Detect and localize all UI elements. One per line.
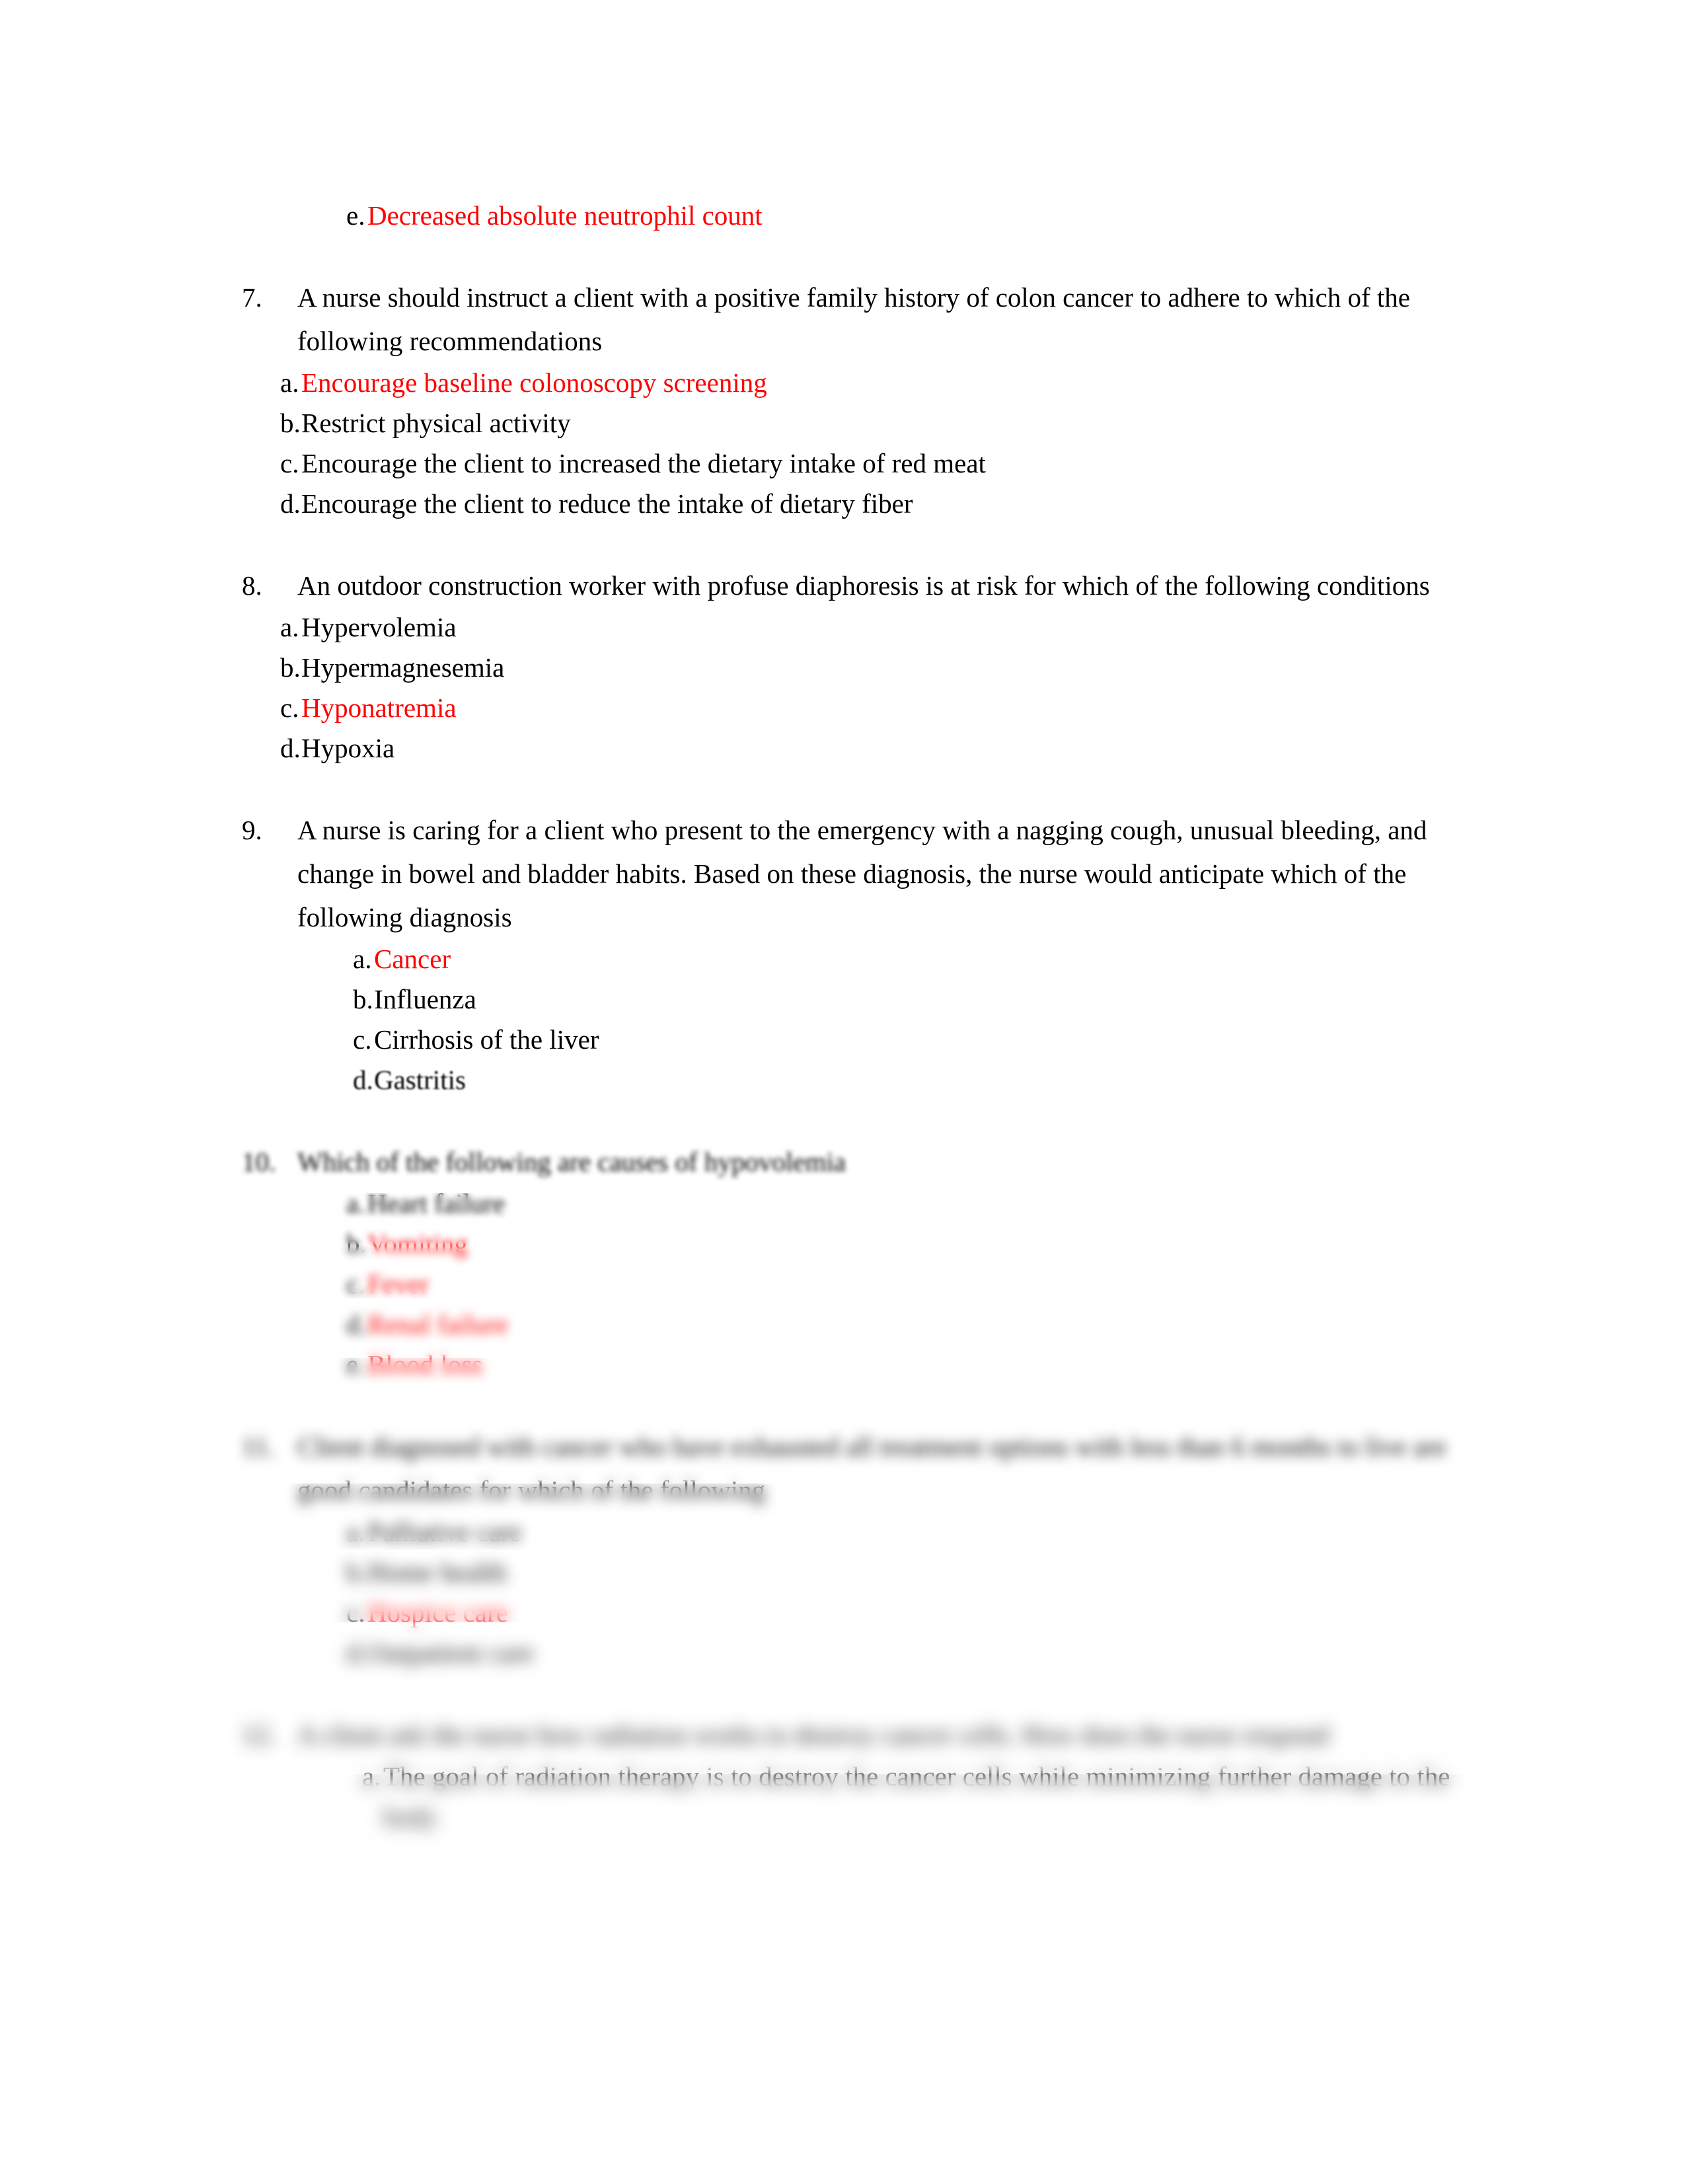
option-letter: a. — [346, 1517, 365, 1547]
list-item: c. Fever — [233, 1264, 1501, 1304]
question-number: 7. — [242, 282, 262, 313]
carryover-option-block: e. Decreased absolute neutrophil count — [233, 196, 1501, 236]
list-item: b. Vomiting — [233, 1224, 1501, 1264]
question-block-12: 12. A client ask the nurse how radiation… — [233, 1713, 1501, 1837]
list-item: c. Hospice care — [233, 1593, 1501, 1633]
option-text: Heart failure — [367, 1188, 506, 1219]
question-stem-row: 9. A nurse is caring for a client who pr… — [233, 808, 1501, 939]
option-letter: a. — [362, 1761, 381, 1791]
question-block-11: 11. Client diagnosed with cancer who hav… — [233, 1425, 1501, 1673]
option-text: Hospice care — [367, 1597, 508, 1628]
option-text: Hypoxia — [301, 733, 395, 763]
question-stem-row: 12. A client ask the nurse how radiation… — [233, 1713, 1501, 1756]
option-letter: d. — [353, 1065, 373, 1095]
option-text: Hyponatremia — [301, 693, 457, 723]
list-item: d. Outpatient care — [233, 1633, 1501, 1673]
option-letter: d. — [280, 733, 301, 763]
option-text: Fever — [367, 1269, 430, 1299]
option-text: Outpatient care — [367, 1638, 534, 1668]
blur-band — [0, 1854, 1685, 1946]
list-item: a. Heart failure — [233, 1184, 1501, 1224]
list-item: d. Hypoxia — [233, 728, 1501, 769]
list-item: a. Cancer — [233, 939, 1501, 979]
question-number: 8. — [242, 570, 262, 601]
option-text: Hypervolemia — [301, 612, 457, 642]
question-number: 10. — [242, 1147, 276, 1177]
option-text: Restrict physical activity — [301, 408, 571, 438]
list-item: a. Hypervolemia — [233, 607, 1501, 648]
question-number: 12. — [242, 1719, 276, 1750]
option-letter: e. — [346, 200, 365, 231]
question-block-9: 9. A nurse is caring for a client who pr… — [233, 808, 1501, 1100]
list-item: a. The goal of radiation therapy is to d… — [233, 1756, 1501, 1837]
list-item: a. Encourage baseline colonoscopy screen… — [233, 363, 1501, 403]
option-letter: d. — [280, 488, 301, 519]
option-letter: a. — [346, 1188, 365, 1219]
option-letter: a. — [353, 944, 372, 974]
option-letter: b. — [280, 652, 301, 683]
list-item: b. Hypermagnesemia — [233, 648, 1501, 688]
question-number: 11. — [242, 1431, 275, 1462]
list-item: c. Cirrhosis of the liver — [233, 1020, 1501, 1060]
option-letter: e. — [346, 1349, 365, 1380]
option-text: Vomiting — [367, 1228, 468, 1259]
list-item: b. Home health — [233, 1552, 1501, 1593]
question-stem: Client diagnosed with cancer who have ex… — [297, 1431, 1446, 1505]
list-item: d. Renal failure — [233, 1304, 1501, 1345]
question-stem-row: 10. Which of the following are causes of… — [233, 1140, 1501, 1184]
option-text: Palliative care — [367, 1517, 522, 1547]
question-stem: A nurse should instruct a client with a … — [297, 282, 1410, 356]
question-block-7: 7. A nurse should instruct a client with… — [233, 276, 1501, 524]
option-text: Hypermagnesemia — [301, 652, 505, 683]
question-stem-row: 11. Client diagnosed with cancer who hav… — [233, 1425, 1501, 1512]
option-letter: d. — [346, 1309, 367, 1339]
question-stem: A client ask the nurse how radiation wor… — [297, 1719, 1329, 1750]
question-number: 9. — [242, 815, 262, 845]
list-item: e. Blood loss — [233, 1345, 1501, 1385]
list-item: a. Palliative care — [233, 1512, 1501, 1552]
option-text: Influenza — [374, 984, 476, 1014]
option-letter: c. — [280, 448, 299, 478]
question-stem-row: 7. A nurse should instruct a client with… — [233, 276, 1501, 363]
option-text: Encourage the client to reduce the intak… — [301, 488, 913, 519]
list-item: b. Restrict physical activity — [233, 403, 1501, 443]
option-text: Blood loss — [367, 1349, 483, 1380]
list-item: c. Encourage the client to increased the… — [233, 443, 1501, 484]
blur-band — [0, 1946, 1685, 2184]
document-page: e. Decreased absolute neutrophil count 7… — [0, 0, 1685, 2184]
question-stem: An outdoor construction worker with prof… — [297, 570, 1430, 601]
question-block-8: 8. An outdoor construction worker with p… — [233, 564, 1501, 769]
list-item: d. Encourage the client to reduce the in… — [233, 484, 1501, 524]
option-letter: b. — [353, 984, 373, 1014]
option-letter: a. — [280, 367, 299, 398]
option-letter: c. — [346, 1597, 365, 1628]
option-text: Renal failure — [367, 1309, 508, 1339]
question-stem: A nurse is caring for a client who prese… — [297, 815, 1427, 932]
question-block-10: 10. Which of the following are causes of… — [233, 1140, 1501, 1385]
list-item: c. Hyponatremia — [233, 688, 1501, 728]
list-item: e. Decreased absolute neutrophil count — [233, 196, 1501, 236]
option-letter: a. — [280, 612, 299, 642]
option-text: Encourage the client to increased the di… — [301, 448, 986, 478]
option-text: Encourage baseline colonoscopy screening — [301, 367, 767, 398]
option-text: Decreased absolute neutrophil count — [367, 200, 763, 231]
option-letter: c. — [280, 693, 299, 723]
option-text: The goal of radiation therapy is to dest… — [383, 1761, 1450, 1832]
option-letter: b. — [280, 408, 301, 438]
question-stem: Which of the following are causes of hyp… — [297, 1147, 846, 1177]
option-letter: b. — [346, 1557, 367, 1587]
list-item: d. Gastritis — [233, 1060, 1501, 1100]
option-letter: b. — [346, 1228, 367, 1259]
option-letter: d. — [346, 1638, 367, 1668]
option-text: Gastritis — [374, 1065, 466, 1095]
list-item: b. Influenza — [233, 979, 1501, 1020]
option-text: Cirrhosis of the liver — [374, 1024, 599, 1055]
document-body: e. Decreased absolute neutrophil count 7… — [233, 0, 1501, 1837]
option-text: Home health — [367, 1557, 507, 1587]
option-letter: c. — [346, 1269, 365, 1299]
option-letter: c. — [353, 1024, 372, 1055]
question-stem-row: 8. An outdoor construction worker with p… — [233, 564, 1501, 607]
option-text: Cancer — [374, 944, 451, 974]
